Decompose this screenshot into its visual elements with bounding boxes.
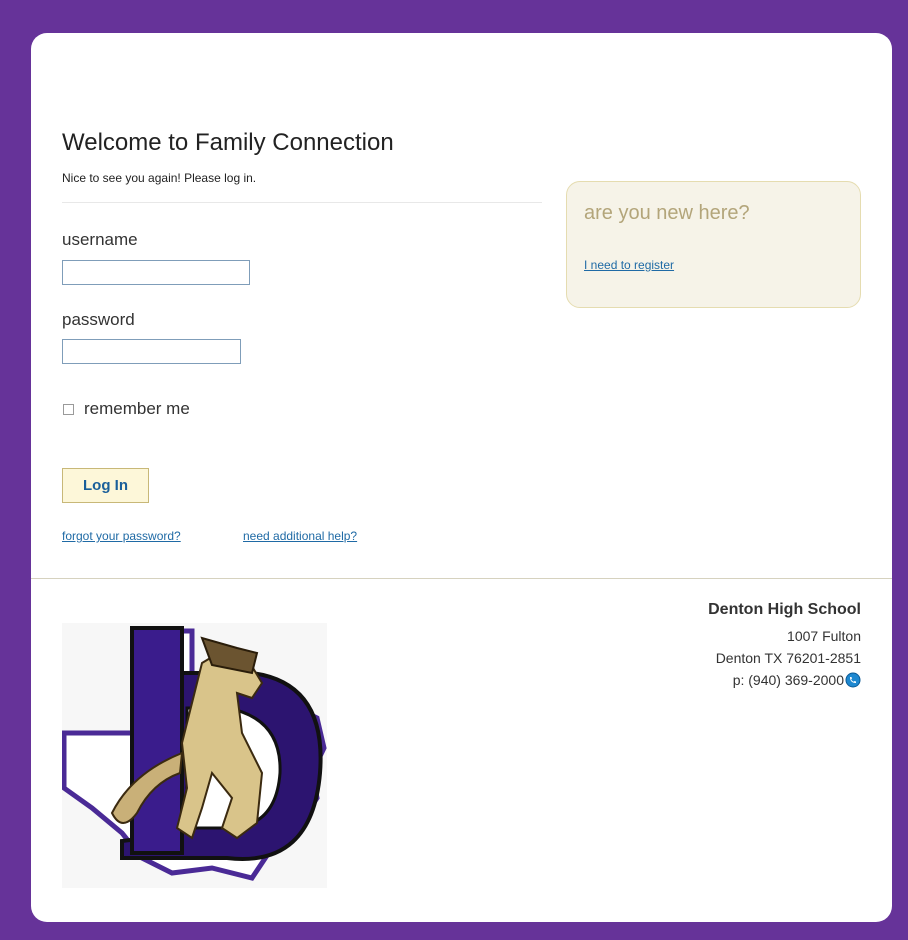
- new-user-panel: are you new here? I need to register: [566, 181, 861, 308]
- remember-me-checkbox[interactable]: [63, 403, 74, 415]
- school-address-line1: 1007 Fulton: [787, 628, 861, 644]
- username-input[interactable]: [62, 260, 250, 285]
- remember-me-label[interactable]: remember me: [84, 399, 190, 419]
- mustang-logo-icon: [61, 623, 327, 888]
- register-link[interactable]: I need to register: [584, 258, 674, 272]
- additional-help-link[interactable]: need additional help?: [243, 529, 357, 543]
- page-title: Welcome to Family Connection: [62, 129, 394, 156]
- page-subtitle: Nice to see you again! Please log in.: [62, 171, 257, 185]
- title-divider: [62, 202, 542, 203]
- password-input[interactable]: [62, 339, 241, 364]
- footer-divider: [31, 578, 892, 579]
- school-phone-row: p: (940) 369-2000: [708, 669, 861, 694]
- school-address-line2: Denton TX 76201-2851: [715, 650, 861, 666]
- remember-me-row: remember me: [63, 399, 190, 419]
- phone-call-icon[interactable]: [845, 672, 861, 694]
- password-label: password: [62, 310, 135, 329]
- login-card: Welcome to Family Connection Nice to see…: [31, 33, 892, 922]
- school-phone: p: (940) 369-2000: [732, 672, 844, 688]
- username-label: username: [62, 230, 138, 249]
- school-info: Denton High School 1007 Fulton Denton TX…: [708, 601, 861, 694]
- school-logo: [61, 623, 327, 888]
- forgot-password-link[interactable]: forgot your password?: [62, 529, 181, 543]
- new-user-title: are you new here?: [584, 202, 750, 224]
- login-button[interactable]: Log In: [62, 468, 149, 503]
- school-name: Denton High School: [708, 601, 861, 618]
